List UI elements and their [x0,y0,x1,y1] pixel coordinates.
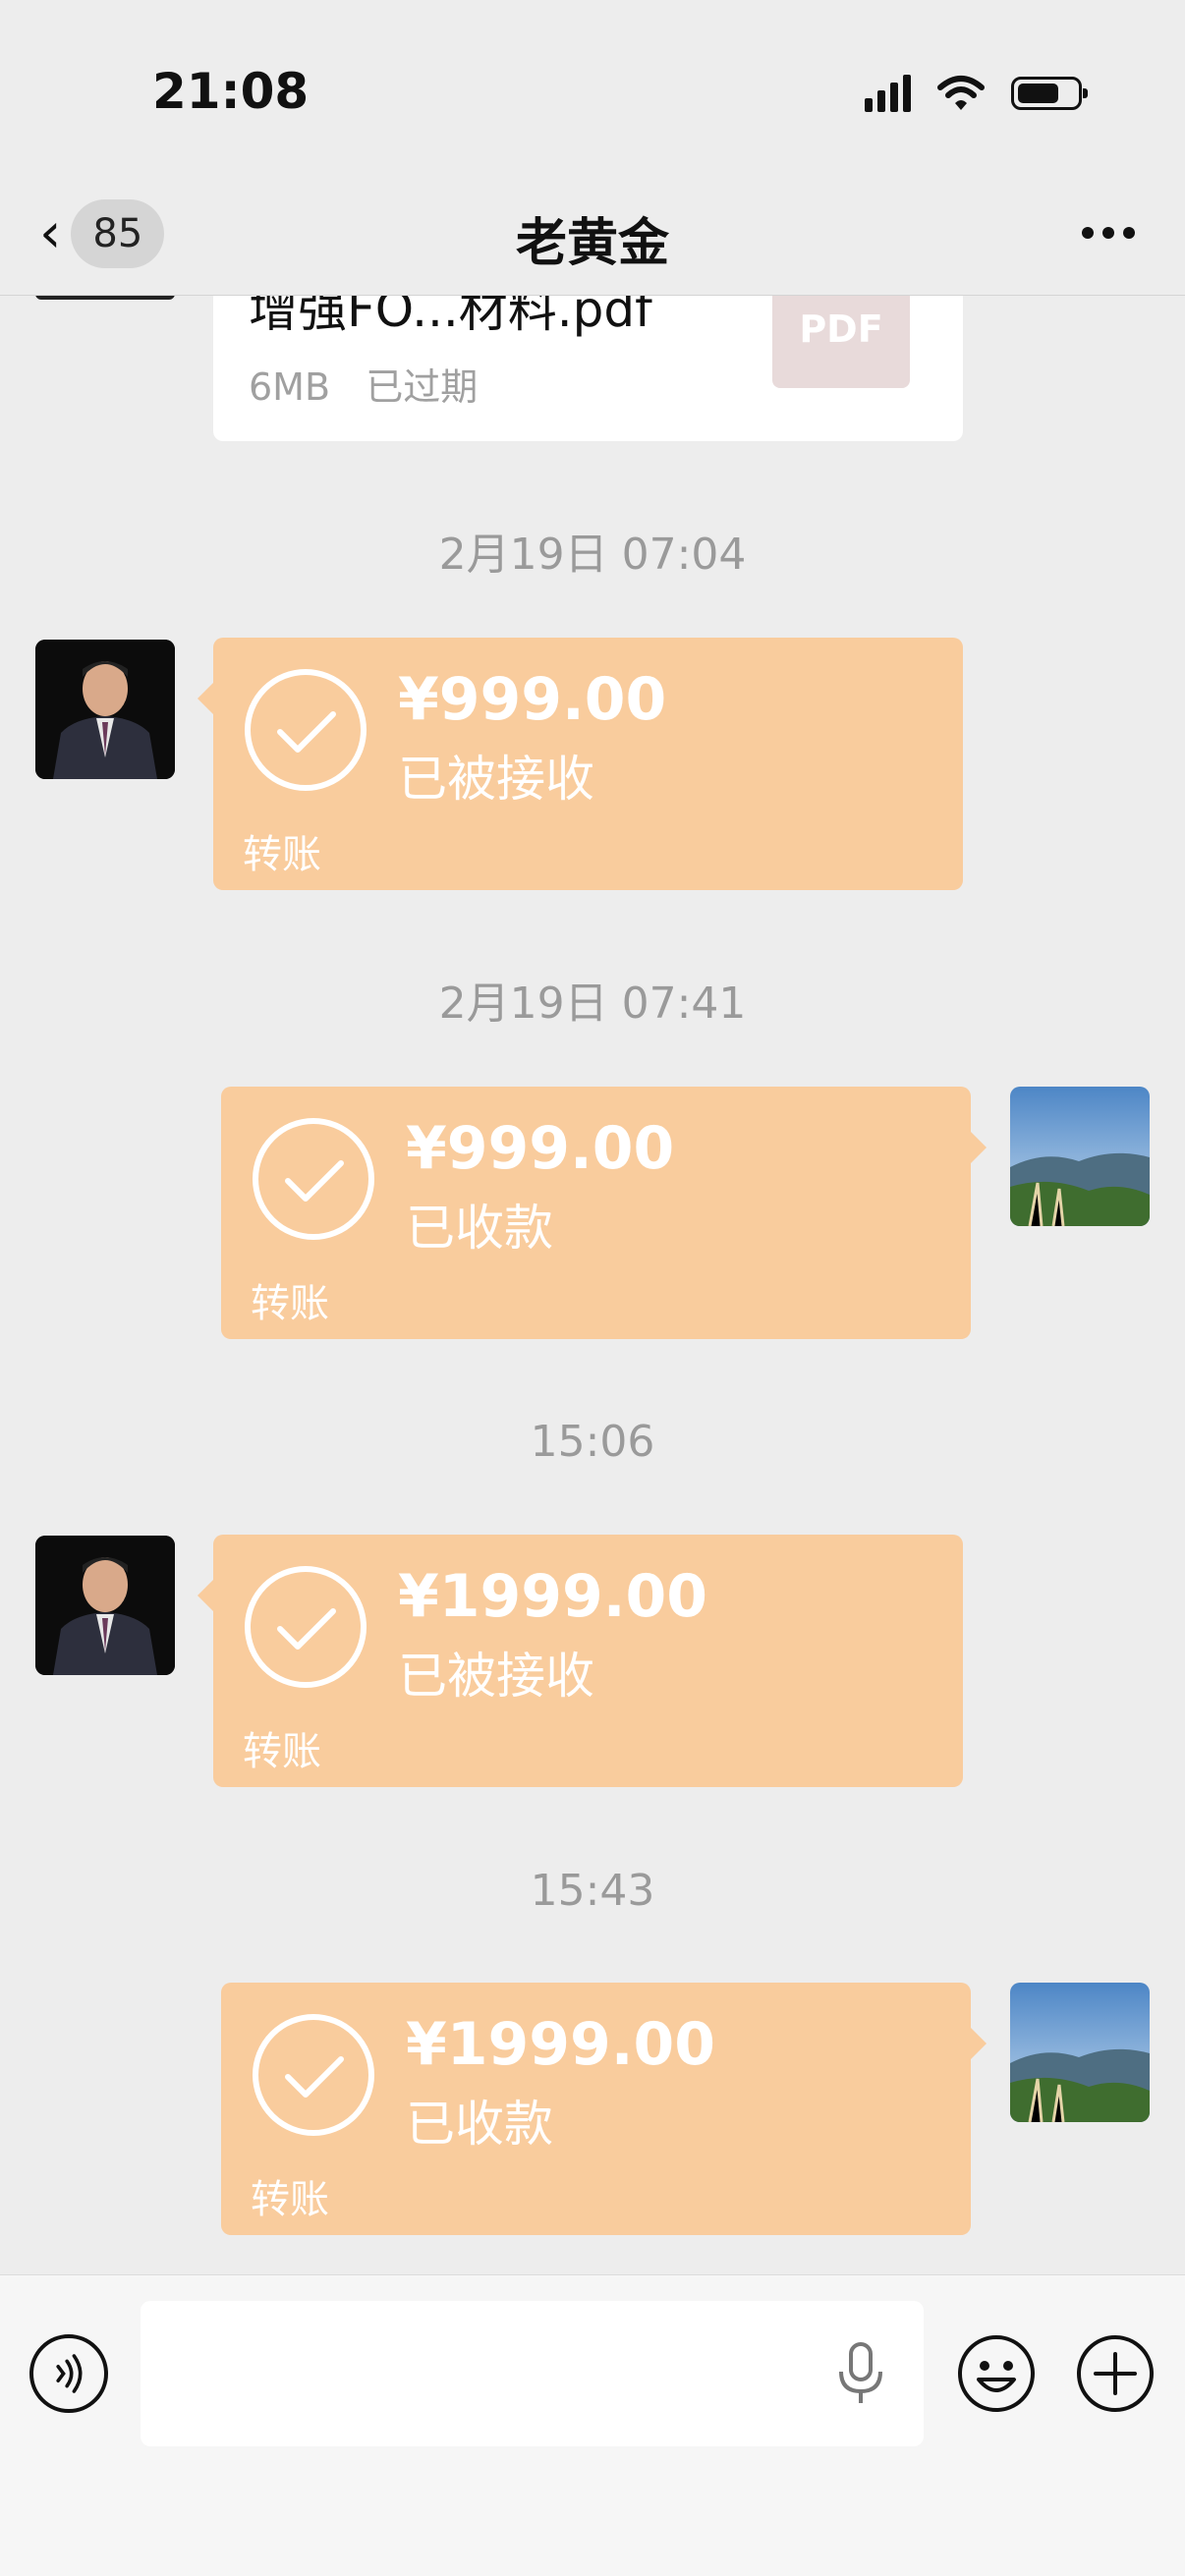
input-bar [0,2274,1185,2576]
more-icon [1082,227,1094,239]
transfer-label: 转账 [251,2177,329,2222]
avatar[interactable] [35,1536,175,1675]
landscape-avatar-icon [1010,1087,1150,1226]
chat-screen: 增强FO...材料.pdf 6MB 已过期 PDF 2月19日 07:04 ¥9… [0,0,1185,2576]
avatar[interactable] [35,640,175,779]
transfer-label: 转账 [251,1281,329,1326]
transfer-label: 转账 [243,832,321,877]
transfer-message[interactable]: ¥999.00 已收款 转账 [221,1087,987,1339]
transfer-amount: ¥999.00 [398,665,667,734]
wifi-icon [937,76,985,110]
plus-icon[interactable] [1074,2332,1157,2415]
transfer-status: 已被接收 [398,1648,594,1705]
status-bar: 21:08 [0,0,1185,182]
message-input[interactable] [141,2301,924,2446]
transfer-amount: ¥1999.00 [398,1562,708,1631]
person-avatar-icon [35,640,175,779]
status-icons [865,71,1088,116]
timestamp: 15:43 [530,1866,655,1916]
message-list[interactable]: 增强FO...材料.pdf 6MB 已过期 PDF 2月19日 07:04 ¥9… [0,0,1185,2274]
timestamp: 2月19日 07:04 [438,530,747,580]
chat-header: ‹ 85 老黄金 [0,182,1185,296]
file-status: 已过期 [366,365,479,409]
battery-level [1018,84,1058,103]
checkmark-icon [253,2014,374,2136]
timestamp: 2月19日 07:41 [438,979,747,1029]
transfer-label: 转账 [243,1729,321,1774]
checkmark-icon [245,669,367,791]
chat-title: 老黄金 [515,214,669,273]
voice-icon[interactable] [29,2334,108,2413]
status-time: 21:08 [152,63,310,120]
avatar[interactable] [1010,1983,1150,2122]
signal-icon [865,75,911,112]
person-avatar-icon [35,1536,175,1675]
emoji-icon[interactable] [955,2332,1038,2415]
transfer-status: 已收款 [406,1200,553,1257]
transfer-message[interactable]: ¥1999.00 已收款 转账 [221,1983,987,2235]
checkmark-icon [253,1118,374,1240]
transfer-status: 已被接收 [398,751,594,808]
avatar[interactable] [1010,1087,1150,1226]
more-button[interactable] [1069,203,1148,262]
microphone-icon[interactable] [833,2340,888,2407]
timestamp: 15:06 [530,1417,655,1467]
transfer-amount: ¥999.00 [406,1114,675,1183]
file-size: 6MB [249,365,331,409]
battery-icon [1011,77,1088,110]
transfer-amount: ¥1999.00 [406,2010,716,2079]
landscape-avatar-icon [1010,1983,1150,2122]
transfer-message[interactable]: ¥1999.00 已被接收 转账 [198,1535,963,1787]
transfer-status: 已收款 [406,2096,553,2153]
transfer-message[interactable]: ¥999.00 已被接收 转账 [198,638,963,890]
file-type-label: PDF [799,308,883,351]
checkmark-icon [245,1566,367,1688]
file-meta: 6MB 已过期 [249,357,478,411]
